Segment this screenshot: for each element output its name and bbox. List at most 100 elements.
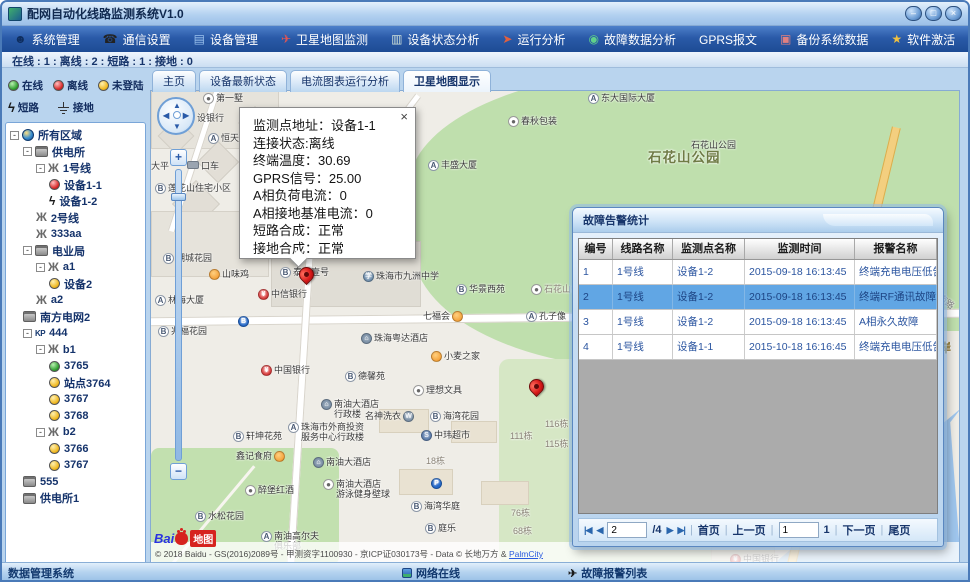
- minimize-button[interactable]: –: [905, 6, 922, 21]
- column-header[interactable]: 报警名称: [855, 239, 937, 259]
- zoom-out-button[interactable]: −: [170, 463, 187, 480]
- tree-item-所有区域[interactable]: -所有区域: [8, 127, 145, 144]
- tree-item-电业局[interactable]: -电业局: [8, 243, 145, 260]
- menu-item-8[interactable]: GPRS报文: [699, 31, 757, 48]
- tree-item-站点3764[interactable]: 站点3764: [8, 375, 145, 392]
- expand-toggle-icon[interactable]: -: [36, 164, 45, 173]
- column-header[interactable]: 监测点名称: [673, 239, 745, 259]
- tree-item-设备1-1[interactable]: 设备1-1: [8, 177, 145, 194]
- pan-right-icon[interactable]: ▶: [183, 111, 189, 120]
- map-pan-control[interactable]: ▲ ▼ ◀ ▶: [157, 97, 195, 135]
- tree-item-1号线[interactable]: -Ж1号线: [8, 160, 145, 177]
- kp-icon: KP: [35, 329, 45, 338]
- tree-item-444[interactable]: -KP444: [8, 325, 145, 342]
- tree-item-设备1-2[interactable]: ϟ设备1-2: [8, 193, 145, 210]
- blueB-icon: B: [163, 253, 174, 264]
- poi-text: 孔子像: [539, 311, 566, 321]
- column-header[interactable]: 线路名称: [613, 239, 673, 259]
- tree-item-设备2[interactable]: 设备2: [8, 276, 145, 293]
- tree-item-555[interactable]: 555: [8, 474, 145, 491]
- next-page-button[interactable]: 下一页: [843, 522, 876, 538]
- tree-item-供电所1[interactable]: 供电所1: [8, 490, 145, 507]
- expand-toggle-icon[interactable]: -: [23, 246, 32, 255]
- tree-item-333aa[interactable]: Ж333aa: [8, 226, 145, 243]
- goto-page-input[interactable]: [779, 522, 819, 538]
- close-button[interactable]: ×: [945, 6, 962, 21]
- tree-item-3768[interactable]: 3768: [8, 408, 145, 425]
- menu-item-9[interactable]: ▣备份系统数据: [780, 31, 868, 48]
- hotel-icon: ⌂: [313, 457, 324, 468]
- tree-item-3765[interactable]: 3765: [8, 358, 145, 375]
- map-poi-label: 116栋: [545, 419, 568, 429]
- alarm-panel-title[interactable]: 故障告警统计: [573, 208, 943, 233]
- menu-item-2[interactable]: ☎通信设置: [103, 31, 171, 48]
- tab-3[interactable]: 电流图表运行分析: [290, 70, 400, 92]
- expand-toggle-icon[interactable]: -: [10, 131, 19, 140]
- last-page-button[interactable]: 尾页: [888, 522, 910, 538]
- prev-page-icon[interactable]: ◀: [596, 525, 602, 536]
- tree-item-3767[interactable]: 3767: [8, 457, 145, 474]
- tab-2[interactable]: 设备最新状态: [199, 70, 287, 92]
- expand-toggle-icon[interactable]: -: [23, 329, 32, 338]
- menu-item-6[interactable]: ➤运行分析: [502, 31, 565, 48]
- hotel-icon: ⌂: [361, 333, 372, 344]
- pan-left-icon[interactable]: ◀: [163, 111, 169, 120]
- pan-down-icon[interactable]: ▼: [173, 122, 181, 131]
- tree-item-供电所[interactable]: -供电所: [8, 144, 145, 161]
- first-page-icon[interactable]: |◀: [584, 525, 591, 536]
- map-poi-label: 设银行: [197, 113, 224, 123]
- map-poi-label: 18栋: [426, 456, 445, 466]
- tab-4[interactable]: 卫星地图显示: [403, 70, 491, 92]
- first-page-button[interactable]: 首页: [698, 522, 720, 538]
- status-bar: 数据管理系统 网络在线 ✈故障报警列表: [2, 562, 968, 580]
- tree-item-b1[interactable]: -Жb1: [8, 342, 145, 359]
- expand-toggle-icon[interactable]: -: [23, 147, 32, 156]
- tree-item-label: 1号线: [63, 160, 91, 176]
- palmcity-link[interactable]: PalmCity: [509, 549, 543, 559]
- device-status-icon: [49, 377, 60, 388]
- zoom-slider-track[interactable]: [175, 169, 182, 461]
- next-page-icon[interactable]: ▶: [667, 525, 673, 536]
- prev-page-button[interactable]: 上一页: [733, 522, 766, 538]
- map-poi-label: 小麦之家: [431, 351, 480, 362]
- tab-1[interactable]: 主页: [152, 70, 196, 92]
- table-row[interactable]: 21号线设备1-22015-09-18 16:13:45终端RF通讯故障: [579, 285, 937, 310]
- expand-toggle-icon[interactable]: -: [36, 428, 45, 437]
- menu-bar: ☻系统管理 ☎通信设置 ▤设备管理 ✈卫星地图监测 ▥设备状态分析 ➤运行分析 ◉故障数据分…: [2, 26, 968, 52]
- menu-item-4[interactable]: ✈卫星地图监测: [281, 31, 368, 48]
- tree-item-label: 2号线: [51, 210, 79, 226]
- table-row[interactable]: 41号线设备1-12015-10-18 16:16:45终端充电电压低告警信号: [579, 335, 937, 360]
- zoom-in-button[interactable]: +: [170, 149, 187, 166]
- column-header[interactable]: 监测时间: [745, 239, 855, 259]
- map-poi-label: A珠海市外商投资服务中心行政楼: [288, 422, 364, 442]
- blueB-icon: B: [425, 523, 436, 534]
- page-number-input[interactable]: [607, 522, 647, 538]
- tree-item-南方电网2[interactable]: 南方电网2: [8, 309, 145, 326]
- statusbar-alarm-list[interactable]: ✈故障报警列表: [568, 565, 647, 581]
- table-row[interactable]: 31号线设备1-22015-09-18 16:13:45A相永久故障: [579, 310, 937, 335]
- last-page-icon[interactable]: ▶|: [677, 525, 684, 536]
- menu-item-3[interactable]: ▤设备管理: [194, 31, 258, 48]
- tree-item-b2[interactable]: -Жb2: [8, 424, 145, 441]
- legend-unregistered-label: 未登陆: [112, 78, 144, 93]
- pan-center-icon[interactable]: [173, 111, 181, 119]
- column-header[interactable]: 编号: [579, 239, 613, 259]
- tree-item-3767[interactable]: 3767: [8, 391, 145, 408]
- maximize-button[interactable]: □: [925, 6, 942, 21]
- popup-close-icon[interactable]: ×: [400, 111, 408, 123]
- tree-item-2号线[interactable]: Ж2号线: [8, 210, 145, 227]
- globe-icon: [22, 129, 34, 141]
- table-row[interactable]: 11号线设备1-22015-09-18 16:13:45终端充电电压低告警信号: [579, 260, 937, 285]
- tree-item-3766[interactable]: 3766: [8, 441, 145, 458]
- expand-toggle-icon[interactable]: -: [36, 263, 45, 272]
- expand-toggle-icon[interactable]: -: [36, 345, 45, 354]
- pan-up-icon[interactable]: ▲: [173, 101, 181, 110]
- menu-item-7[interactable]: ◉故障数据分析: [589, 31, 677, 48]
- menu-item-10[interactable]: ★软件激活: [891, 31, 955, 48]
- menu-item-5[interactable]: ▥设备状态分析: [391, 31, 479, 48]
- tree-item-a1[interactable]: -Жa1: [8, 259, 145, 276]
- poi-text: 庭乐: [438, 523, 456, 533]
- zoom-slider-thumb[interactable]: [171, 193, 186, 201]
- menu-item-1[interactable]: ☻系统管理: [14, 31, 80, 48]
- tree-item-a2[interactable]: Жa2: [8, 292, 145, 309]
